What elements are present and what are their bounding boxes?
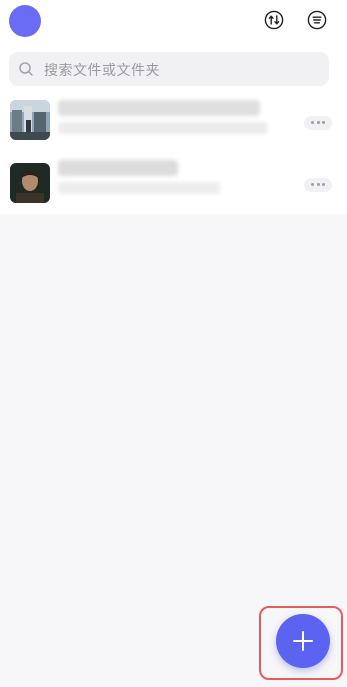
user-avatar[interactable] — [9, 5, 41, 37]
file-row[interactable] — [0, 92, 347, 152]
list-menu-icon[interactable] — [307, 10, 327, 30]
search-icon — [19, 62, 33, 76]
file-thumbnail — [10, 163, 50, 203]
file-thumbnail — [10, 100, 50, 140]
search-input[interactable]: 搜索文件或文件夹 — [9, 52, 329, 86]
ellipsis-icon[interactable] — [304, 178, 332, 192]
file-meta-blurred — [58, 122, 268, 134]
sort-arrows-icon[interactable] — [264, 10, 284, 30]
file-name-blurred — [58, 160, 178, 176]
file-row[interactable] — [0, 154, 347, 214]
top-bar — [0, 0, 347, 46]
add-button[interactable] — [276, 614, 330, 668]
plus-icon — [302, 631, 304, 651]
search-placeholder: 搜索文件或文件夹 — [44, 63, 160, 79]
ellipsis-icon[interactable] — [304, 116, 332, 130]
file-meta-blurred — [58, 182, 220, 194]
file-list — [0, 92, 347, 214]
search-bar-container: 搜索文件或文件夹 — [0, 46, 347, 92]
file-name-blurred — [58, 100, 260, 116]
